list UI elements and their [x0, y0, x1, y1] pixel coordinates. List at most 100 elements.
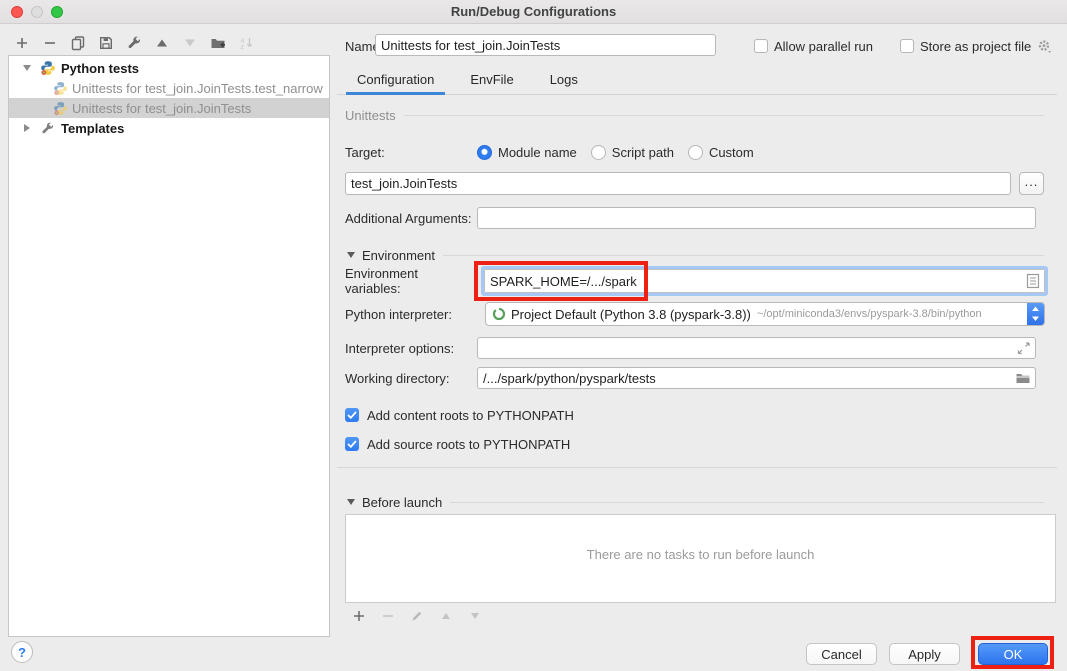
close-window-button[interactable]	[11, 6, 23, 18]
section-divider	[450, 502, 1044, 503]
window-title: Run/Debug Configurations	[451, 4, 616, 19]
working-directory-label: Working directory:	[337, 371, 477, 386]
add-content-roots-checkbox[interactable]: Add content roots to PYTHONPATH	[337, 405, 1057, 425]
checkbox-unchecked-icon	[754, 39, 768, 53]
ok-button[interactable]: OK	[978, 643, 1048, 665]
environment-section-header[interactable]: Environment	[337, 246, 1057, 264]
section-divider	[404, 115, 1044, 116]
tab-configuration[interactable]: Configuration	[346, 68, 445, 95]
copy-configuration-icon[interactable]	[69, 35, 86, 52]
radio-script-path[interactable]: Script path	[591, 145, 688, 160]
store-as-project-file-checkbox[interactable]: Store as project file	[900, 39, 1053, 54]
python-interpreter-label: Python interpreter:	[337, 307, 477, 322]
before-launch-panel: There are no tasks to run before launch	[345, 514, 1056, 629]
tree-item-unittests-jointests[interactable]: Unittests for test_join.JoinTests	[9, 98, 329, 118]
interpreter-options-label: Interpreter options:	[337, 341, 477, 356]
move-task-up-icon[interactable]	[437, 608, 454, 625]
module-name-input[interactable]	[345, 172, 1011, 195]
edit-task-icon[interactable]	[408, 608, 425, 625]
folder-icon[interactable]	[1015, 371, 1031, 385]
radio-unselected-icon	[591, 145, 606, 160]
tree-item-label: Python tests	[61, 61, 139, 76]
target-row: Target: Module name Script path Custom	[337, 141, 1057, 163]
combo-stepper-icon[interactable]	[1027, 302, 1044, 326]
new-folder-icon[interactable]	[209, 35, 226, 52]
tree-item-templates[interactable]: Templates	[9, 118, 329, 138]
collapse-icon[interactable]	[347, 252, 355, 258]
tree-item-label: Templates	[61, 121, 124, 136]
allow-parallel-run-checkbox[interactable]: Allow parallel run	[754, 39, 873, 54]
python-tests-icon	[53, 101, 68, 116]
tree-item-label: Unittests for test_join.JoinTests	[72, 101, 251, 116]
checkbox-label: Add source roots to PYTHONPATH	[367, 437, 570, 452]
working-directory-row: Working directory:	[337, 367, 1057, 389]
chevron-down-icon[interactable]	[23, 65, 31, 71]
add-icon[interactable]	[13, 35, 30, 52]
wrench-icon	[40, 121, 55, 136]
remove-task-icon[interactable]	[379, 608, 396, 625]
radio-label: Module name	[498, 145, 577, 160]
before-launch-section-header[interactable]: Before launch	[337, 494, 1057, 510]
collapse-icon[interactable]	[347, 499, 355, 505]
radio-label: Script path	[612, 145, 674, 160]
help-button[interactable]: ?	[11, 641, 33, 663]
ok-label: OK	[1004, 647, 1023, 662]
help-label: ?	[18, 645, 26, 660]
tab-bar: Configuration EnvFile Logs	[337, 68, 1057, 95]
unittests-section-title: Unittests	[337, 108, 396, 123]
title-bar: Run/Debug Configurations	[0, 0, 1067, 24]
target-label: Target:	[337, 145, 477, 160]
section-divider	[443, 255, 1044, 256]
move-up-icon[interactable]	[153, 35, 170, 52]
interpreter-options-row: Interpreter options:	[337, 337, 1057, 359]
radio-unselected-icon	[688, 145, 703, 160]
content-divider	[337, 467, 1057, 468]
radio-module-name[interactable]: Module name	[477, 145, 591, 160]
browse-button[interactable]: ...	[1019, 172, 1044, 195]
move-task-down-icon[interactable]	[466, 608, 483, 625]
python-tests-icon	[53, 81, 68, 96]
environment-variables-field	[481, 266, 1048, 296]
browse-variables-icon[interactable]	[1026, 273, 1040, 289]
python-tests-icon	[40, 60, 56, 76]
add-source-roots-checkbox[interactable]: Add source roots to PYTHONPATH	[337, 434, 1057, 454]
interpreter-options-input[interactable]	[477, 337, 1036, 359]
radio-custom[interactable]: Custom	[688, 145, 768, 160]
radio-label: Custom	[709, 145, 754, 160]
save-configuration-icon[interactable]	[97, 35, 114, 52]
cancel-button[interactable]: Cancel	[806, 643, 877, 665]
environment-variables-input[interactable]	[484, 269, 1045, 293]
name-input[interactable]	[375, 34, 716, 56]
move-down-icon[interactable]	[181, 35, 198, 52]
before-launch-section-title: Before launch	[362, 495, 442, 510]
python-interpreter-select[interactable]: Project Default (Python 3.8 (pyspark-3.8…	[485, 302, 1045, 326]
unittests-section-header: Unittests	[337, 106, 1057, 124]
tab-envfile[interactable]: EnvFile	[459, 68, 524, 95]
remove-icon[interactable]	[41, 35, 58, 52]
tab-logs[interactable]: Logs	[539, 68, 589, 95]
conda-environment-icon	[492, 307, 506, 321]
additional-arguments-input[interactable]	[477, 207, 1036, 229]
chevron-right-icon[interactable]	[24, 124, 30, 132]
zoom-window-button[interactable]	[51, 6, 63, 18]
checkbox-checked-icon	[345, 408, 359, 422]
edit-templates-icon[interactable]	[125, 35, 142, 52]
gear-icon[interactable]	[1037, 39, 1053, 54]
configuration-editor: Name: Allow parallel run Store as projec…	[337, 24, 1057, 671]
apply-button[interactable]: Apply	[889, 643, 960, 665]
configurations-toolbar: az	[13, 30, 254, 56]
cancel-label: Cancel	[821, 647, 861, 662]
sort-configurations-icon[interactable]: az	[237, 35, 254, 52]
additional-arguments-row: Additional Arguments:	[337, 207, 1057, 229]
tree-item-label: Unittests for test_join.JoinTests.test_n…	[72, 81, 323, 96]
configurations-tree: Python tests Unittests for test_join.Joi…	[8, 55, 330, 637]
tree-item-unittests-test-narrow[interactable]: Unittests for test_join.JoinTests.test_n…	[9, 78, 329, 98]
minimize-window-button	[31, 6, 43, 18]
expand-field-icon[interactable]	[1016, 341, 1031, 356]
before-launch-task-list[interactable]: There are no tasks to run before launch	[345, 514, 1056, 603]
run-debug-configurations-dialog: Run/Debug Configurations az Python test	[0, 0, 1067, 671]
working-directory-input[interactable]	[477, 367, 1036, 389]
name-row: Name: Allow parallel run Store as projec…	[337, 34, 1057, 58]
add-task-icon[interactable]	[350, 608, 367, 625]
tree-item-python-tests[interactable]: Python tests	[9, 58, 329, 78]
